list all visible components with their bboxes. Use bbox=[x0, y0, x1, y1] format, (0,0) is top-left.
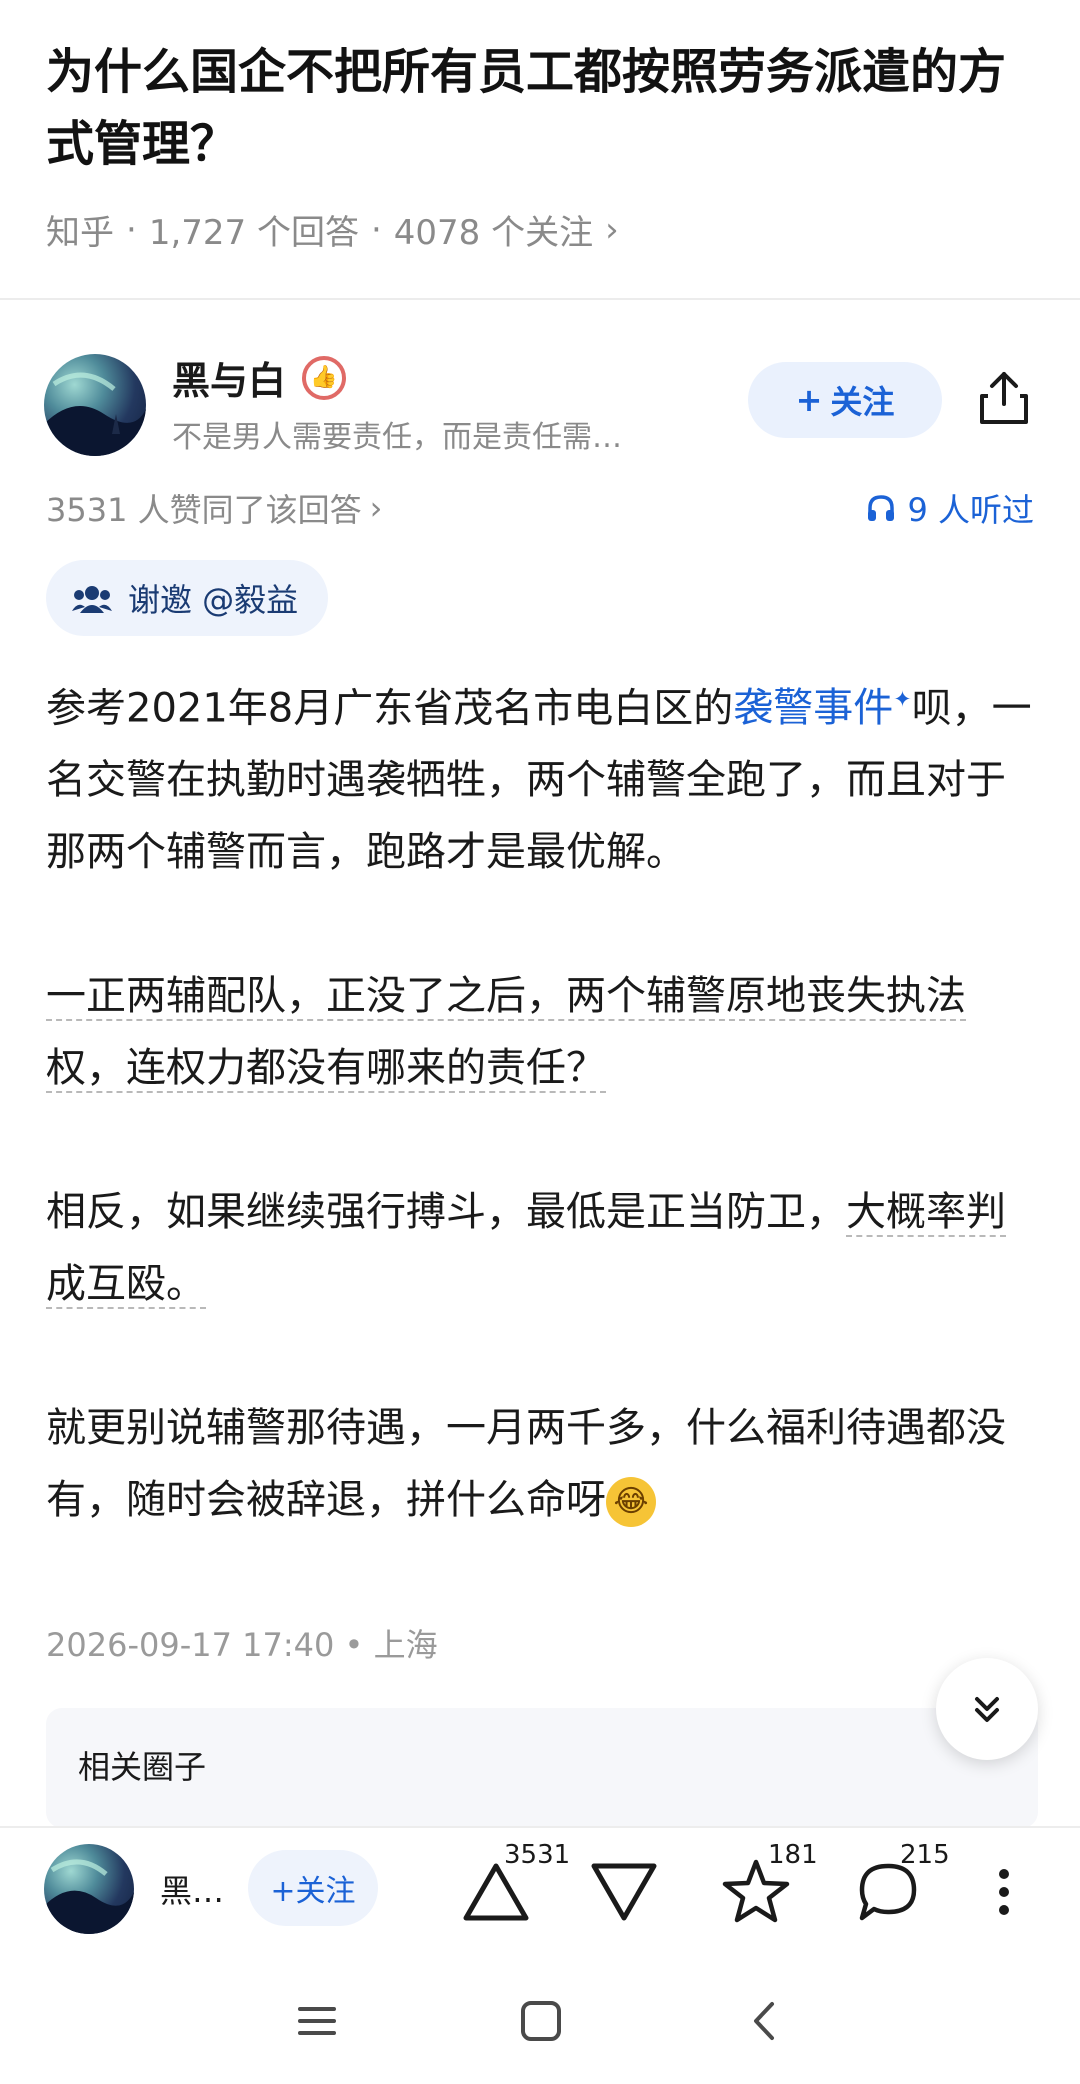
answer-paragraph: 相反，如果继续强行搏斗，最低是正当防卫，大概率判成互殴。 bbox=[46, 1176, 1036, 1320]
event-link-text: 袭警事件 bbox=[733, 685, 894, 732]
rofl-emoji-icon: 😂 bbox=[606, 1477, 656, 1528]
back-icon[interactable] bbox=[740, 1996, 790, 2046]
star-count: 181 bbox=[768, 1840, 818, 1870]
follow-label: 关注 bbox=[830, 383, 895, 421]
downvote-icon[interactable] bbox=[584, 1852, 664, 1932]
more-icon[interactable] bbox=[974, 1852, 1034, 1932]
bar-avatar[interactable] bbox=[44, 1844, 134, 1934]
collapse-button[interactable] bbox=[936, 1658, 1038, 1760]
author-name[interactable]: 黑与白 👍 bbox=[172, 350, 347, 405]
chevron-right-icon: › bbox=[605, 209, 619, 250]
divider bbox=[0, 298, 1080, 300]
upvote-summary-text: 3531 人赞同了该回答 bbox=[46, 491, 362, 529]
answer-paragraph: 一正两辅配队，正没了之后，两个辅警原地丧失执法权，连权力都没有哪来的责任？ bbox=[46, 960, 1036, 1104]
event-link[interactable]: 袭警事件✦ bbox=[733, 685, 911, 731]
meta-separator: · bbox=[126, 209, 137, 250]
invite-text: 谢邀 @毅益 bbox=[128, 581, 299, 619]
author-name-text: 黑与白 bbox=[172, 359, 287, 403]
followers-count: 4078 个关注 bbox=[393, 213, 594, 253]
listen-count-text: 9 人听过 bbox=[907, 491, 1034, 529]
question-meta[interactable]: 知乎 · 1,727 个回答 · 4078 个关注 › bbox=[46, 205, 619, 254]
meta-separator: · bbox=[370, 209, 382, 250]
invite-chip[interactable]: 谢邀 @毅益 bbox=[46, 560, 329, 636]
chevron-right-icon: › bbox=[369, 489, 383, 527]
question-title[interactable]: 为什么国企不把所有员工都按照劳务派遣的方式管理？ bbox=[46, 36, 1036, 180]
plus-icon: + bbox=[795, 381, 823, 419]
listen-summary[interactable]: 9 人听过 bbox=[865, 485, 1034, 531]
related-circles-label: 相关圈子 bbox=[78, 1748, 207, 1786]
chevron-double-down-icon bbox=[975, 1697, 999, 1722]
answer-text: 相反，如果继续强行搏斗，最低是正当防卫， bbox=[46, 1189, 846, 1236]
avatar[interactable] bbox=[44, 354, 146, 456]
comment-count: 215 bbox=[900, 1840, 950, 1870]
upvote-count: 3531 bbox=[504, 1840, 571, 1870]
answer-body: 参考2021年8月广东省茂名市电白区的袭警事件✦呗，一名交警在执勤时遇袭牺牲，两… bbox=[46, 665, 1036, 1608]
sparkle-icon: ✦ bbox=[893, 688, 912, 713]
share-icon[interactable] bbox=[974, 368, 1034, 428]
answers-count: 1,727 个回答 bbox=[148, 213, 359, 253]
answer-paragraph: 参考2021年8月广东省茂名市电白区的袭警事件✦呗，一名交警在执勤时遇袭牺牲，两… bbox=[46, 665, 1036, 888]
bar-follow-button[interactable]: +关注 bbox=[248, 1850, 378, 1926]
answer-text: 参考2021年8月广东省茂名市电白区的 bbox=[46, 685, 734, 732]
source-label: 知乎 bbox=[46, 213, 114, 253]
answer-text: 就更别说辅警那待遇，一月两千多，什么福利待遇都没有，随时会被辞退，拼什么命呀 bbox=[46, 1405, 1006, 1524]
home-icon[interactable] bbox=[516, 1996, 566, 2046]
headphones-icon bbox=[868, 495, 895, 521]
answer-timestamp: 2026-09-17 17:40 • 上海 bbox=[46, 1626, 438, 1664]
follow-button[interactable]: + 关注 bbox=[748, 362, 942, 438]
menu-icon[interactable] bbox=[292, 1996, 342, 2046]
author-bio: 不是男人需要责任，而是责任需… bbox=[172, 420, 622, 455]
invite-icon bbox=[72, 586, 112, 613]
answer-paragraph: 就更别说辅警那待遇，一月两千多，什么福利待遇都没有，随时会被辞退，拼什么命呀 😂 bbox=[46, 1392, 1036, 1536]
upvote-summary[interactable]: 3531 人赞同了该回答 › bbox=[46, 485, 382, 531]
thumb-badge-icon: 👍 bbox=[302, 355, 347, 400]
bar-author-name[interactable]: 黑… bbox=[160, 1866, 224, 1912]
highlighted-text[interactable]: 一正两辅配队，正没了之后，两个辅警原地丧失执法权，连权力都没有哪来的责任？ bbox=[46, 973, 966, 1094]
